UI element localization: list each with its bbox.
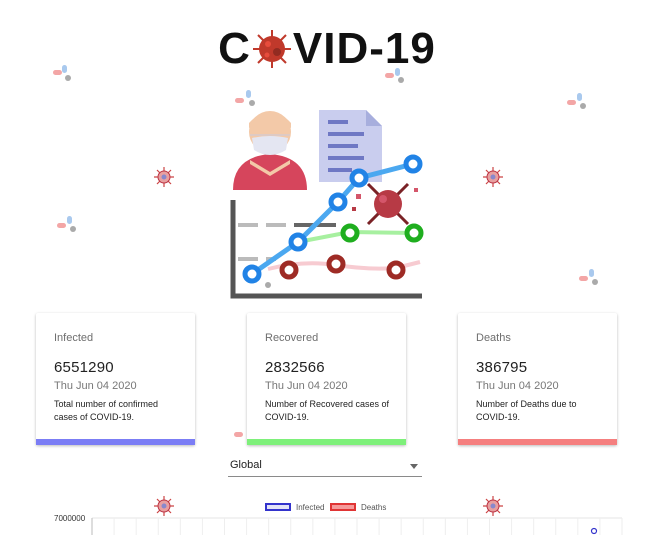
card-date: Thu Jun 04 2020 <box>265 380 348 392</box>
masked-person-icon <box>233 111 307 190</box>
card-title: Deaths <box>476 332 511 344</box>
pills-icon <box>567 93 586 109</box>
cases-line-chart <box>91 517 623 535</box>
virus-icon <box>154 167 174 187</box>
infected-card: Infected 6551290 Thu Jun 04 2020 Total n… <box>36 313 195 445</box>
infected-data-point <box>590 527 598 535</box>
card-description: Total number of confirmed cases of COVID… <box>54 399 159 422</box>
virus-icon <box>483 167 503 187</box>
card-date: Thu Jun 04 2020 <box>54 380 137 392</box>
legend-label: Infected <box>296 503 325 512</box>
logo-letter: C <box>218 24 251 74</box>
deaths-card: Deaths 386795 Thu Jun 04 2020 Number of … <box>458 313 617 445</box>
card-count: 2832566 <box>265 359 325 376</box>
dropdown-arrow-icon[interactable] <box>410 464 418 469</box>
card-description: Number of Recovered cases of COVID-19. <box>265 399 390 422</box>
pills-icon <box>57 216 76 232</box>
virus-icon <box>352 182 418 226</box>
legend-swatch <box>330 503 356 511</box>
card-date: Thu Jun 04 2020 <box>476 380 559 392</box>
country-select-value: Global <box>230 459 262 471</box>
pills-icon <box>579 269 598 285</box>
country-select[interactable]: Global <box>228 456 422 477</box>
card-accent-bar <box>36 439 195 445</box>
chart-legend: Infected Deaths <box>0 501 654 515</box>
card-accent-bar <box>458 439 617 445</box>
logo-text: VID-19 <box>292 24 436 74</box>
covid-statistics-illustration <box>230 110 424 299</box>
covid-19-logo: C VID-19 <box>0 22 654 74</box>
legend-label: Deaths <box>361 503 387 512</box>
virus-icon <box>252 30 291 69</box>
recovered-card: Recovered 2832566 Thu Jun 04 2020 Number… <box>247 313 406 445</box>
document-icon <box>319 110 382 182</box>
legend-swatch <box>265 503 291 511</box>
card-title: Recovered <box>265 332 319 344</box>
card-count: 6551290 <box>54 359 114 376</box>
card-title: Infected <box>54 332 94 344</box>
card-accent-bar <box>247 439 406 445</box>
card-description: Number of Deaths due to COVID-19. <box>476 399 577 422</box>
card-count: 386795 <box>476 359 528 376</box>
